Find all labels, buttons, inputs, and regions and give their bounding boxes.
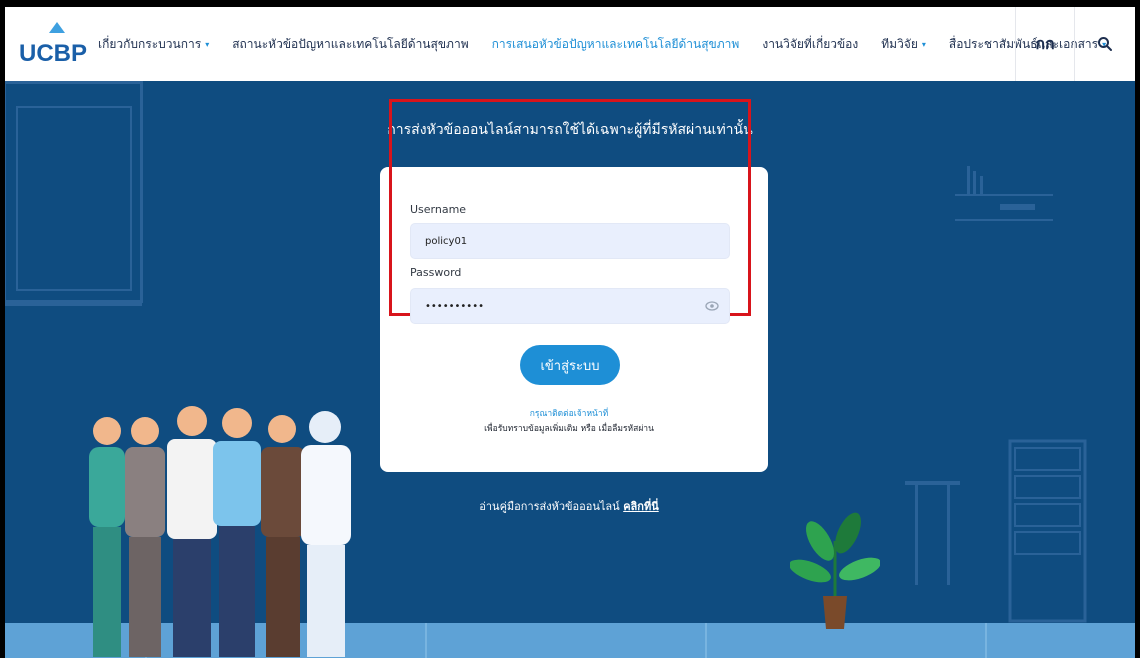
password-field[interactable]: •••••••••• (410, 288, 730, 324)
eye-icon[interactable] (705, 301, 719, 311)
manual-text: อ่านคู่มือการส่งหัวข้อออนไลน์ (479, 500, 620, 513)
screenshot-frame: UCBP เกี่ยวกับกระบวนการ ▾ สถานะหัวข้อปัญ… (0, 0, 1140, 658)
healthcare-workers-illustration (89, 406, 351, 657)
nav-item-research-team[interactable]: ทีมวิจัย ▾ (881, 35, 926, 54)
logo-text: UCBP (19, 40, 87, 67)
password-label: Password (410, 266, 462, 279)
nav-item-submit-topic[interactable]: การเสนอหัวข้อปัญหาและเทคโนโลยีด้านสุขภาพ (492, 35, 740, 54)
nav-item-topic-status[interactable]: สถานะหัวข้อปัญหาและเทคโนโลยีด้านสุขภาพ (232, 35, 468, 54)
nav-label: ทีมวิจัย (881, 36, 918, 51)
chevron-down-icon: ▾ (205, 39, 210, 49)
username-label: Username (410, 203, 467, 216)
language-toggle-button[interactable]: กก (1015, 7, 1075, 81)
nav-item-about-process[interactable]: เกี่ยวกับกระบวนการ ▾ (98, 35, 209, 54)
password-value: •••••••••• (425, 300, 484, 312)
username-value: policy01 (425, 235, 468, 247)
top-navbar: UCBP เกี่ยวกับกระบวนการ ▾ สถานะหัวข้อปัญ… (5, 7, 1135, 81)
wall-window-decoration (5, 81, 143, 303)
manual-notice: อ่านคู่มือการส่งหัวข้อออนไลน์ คลิกที่นี่ (375, 497, 763, 515)
contact-staff-link[interactable]: กรุณาติดต่อเจ้าหน้าที่ (375, 406, 763, 420)
ucbp-logo[interactable]: UCBP (17, 19, 97, 69)
nav-label: สถานะหัวข้อปัญหาและเทคโนโลยีด้านสุขภาพ (232, 36, 469, 51)
search-button[interactable] (1075, 7, 1135, 81)
wall-shelf-decoration (955, 166, 1053, 221)
main-menu: เกี่ยวกับกระบวนการ ▾ สถานะหัวข้อปัญหาและ… (98, 7, 1129, 81)
nav-label: งานวิจัยที่เกี่ยวข้อง (762, 36, 859, 51)
nav-item-related-research[interactable]: งานวิจัยที่เกี่ยวข้อง (762, 35, 858, 54)
chevron-down-icon: ▾ (921, 39, 926, 49)
nav-label: การเสนอหัวข้อปัญหาและเทคโนโลยีด้านสุขภาพ (491, 36, 740, 51)
manual-link[interactable]: คลิกที่นี่ (623, 500, 659, 513)
nav-label: เกี่ยวกับกระบวนการ (98, 36, 202, 51)
username-field[interactable]: policy01 (410, 223, 730, 259)
cabinet-decoration (905, 439, 1087, 623)
login-submit-button[interactable]: เข้าสู่ระบบ (520, 345, 620, 385)
contact-staff-note: เพื่อรับทราบข้อมูลเพิ่มเติม หรือ เมื่อลื… (484, 424, 654, 434)
plant-illustration (790, 512, 880, 629)
search-icon (1098, 37, 1112, 51)
